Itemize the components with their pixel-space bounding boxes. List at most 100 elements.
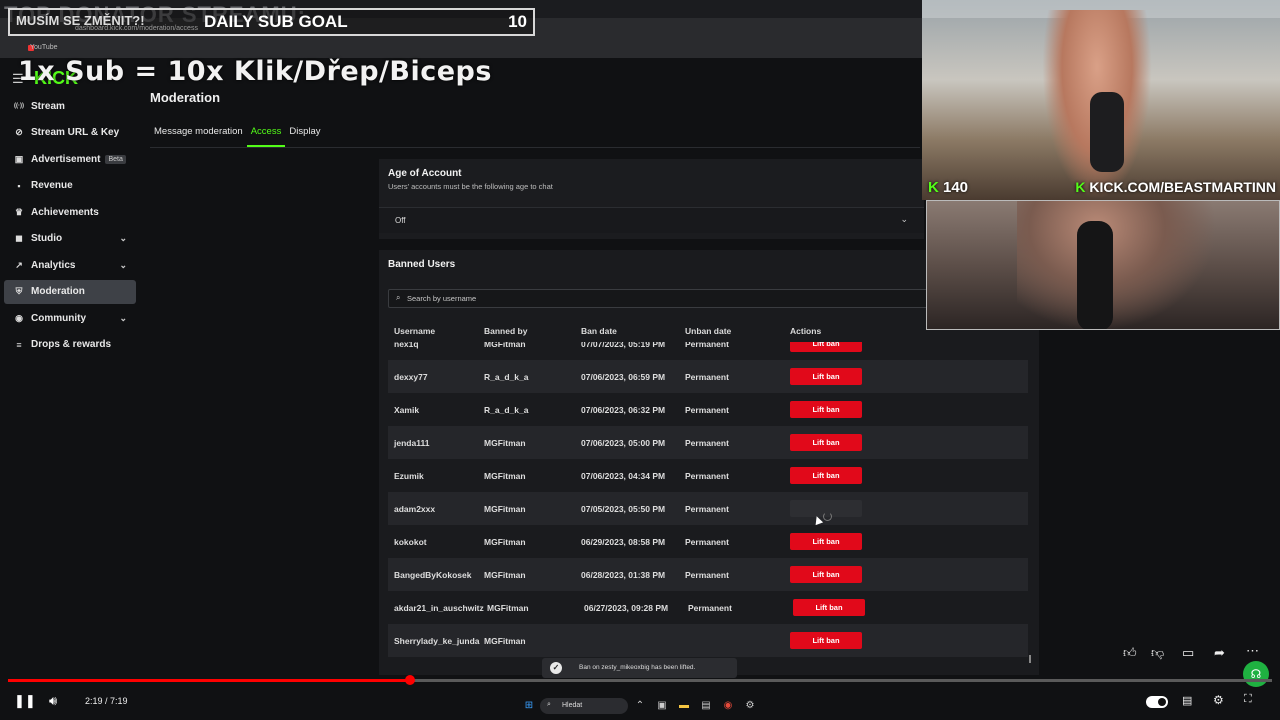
share-icon[interactable]: ➦ (1214, 645, 1225, 661)
comment-icon[interactable]: ▭ (1182, 645, 1194, 661)
age-card-title: Age of Account (388, 168, 462, 179)
webcam-secondary (926, 200, 1280, 330)
search-box[interactable]: ⌕ (388, 289, 928, 308)
col-banned-by[interactable]: Banned by (484, 326, 527, 336)
cell-unban-date: Permanent (685, 504, 729, 514)
folder-icon[interactable]: ▬ (678, 700, 690, 712)
taskbar-search[interactable]: ⌕ Hledat (540, 698, 628, 714)
cell-username[interactable]: dexxy77 (394, 372, 428, 382)
lift-ban-button[interactable]: Lift ban (790, 632, 862, 649)
lift-ban-button[interactable]: Lift ban (793, 599, 865, 616)
like-icon[interactable]: 👍︎ (1123, 645, 1137, 661)
lift-ban-button[interactable] (790, 500, 862, 521)
sidebar-item-label: Community (31, 312, 86, 324)
subtitles-icon[interactable]: ▤ (1182, 694, 1192, 707)
chevron-down-icon: ⌄ (119, 259, 127, 270)
cell-banned-by: MGFitman (484, 438, 526, 448)
cell-username[interactable]: jenda111 (394, 438, 429, 448)
dislike-icon[interactable]: 👎︎ (1151, 645, 1164, 661)
sidebar-item-label: Drops & rewards (31, 339, 112, 350)
ad-icon: ▣ (14, 153, 24, 164)
cell-ban-date: 06/27/2023, 09:28 PM (584, 603, 669, 613)
cell-ban-date: 06/29/2023, 08:58 PM (581, 537, 666, 547)
chevron-up-icon[interactable]: ⌃ (634, 700, 646, 712)
lift-ban-button[interactable]: Lift ban (790, 533, 862, 550)
sidebar-item-advertisement[interactable]: ▣ Advertisement Beta (4, 147, 136, 171)
sidebar-item-community[interactable]: ◉ Community ⌄ (4, 306, 136, 330)
trophy-icon: ♛ (14, 206, 24, 217)
lift-ban-button[interactable]: Lift ban (790, 434, 862, 451)
table-row: BangedByKokosek MGFitman 06/28/2023, 01:38… (388, 558, 1028, 591)
table-row: kokokot MGFitman 06/29/2023, 08:58 PM Perma… (388, 525, 1028, 558)
loading-spinner-icon (823, 512, 832, 521)
cell-username[interactable]: Ezumik (394, 471, 424, 481)
lift-ban-button[interactable]: Lift ban (790, 566, 862, 583)
banned-users-table: nex1q MGFitman 07/07/2023, 05:19 PM Permane… (388, 342, 1028, 664)
cell-username[interactable]: nex1q (394, 342, 419, 349)
cell-unban-date: Permanent (685, 342, 729, 349)
headset-icon[interactable]: ☊ (1243, 661, 1269, 687)
col-unban-date[interactable]: Unban date (685, 326, 731, 336)
sidebar-item-analytics[interactable]: ↗ Analytics ⌄ (4, 253, 136, 277)
settings-icon[interactable]: ⚙ (1213, 693, 1224, 707)
shield-icon: ⛨ (15, 286, 23, 296)
lift-ban-button[interactable]: Lift ban (790, 401, 862, 418)
sidebar-item-revenue[interactable]: ▪ Revenue (4, 174, 136, 198)
app-icon[interactable]: ⚙ (744, 700, 756, 712)
kick-k-icon: K (1075, 179, 1090, 195)
task-view-icon[interactable]: ▣ (656, 700, 668, 712)
lift-ban-button[interactable]: Lift ban (790, 467, 862, 484)
volume-icon[interactable]: 🔊︎ (49, 693, 57, 709)
sidebar-item-moderation[interactable]: ⛨ Moderation (4, 279, 136, 304)
revenue-icon: ▪ (17, 180, 21, 191)
cell-username[interactable]: akdar21_in_auschwitz (394, 603, 484, 613)
windows-start-icon[interactable]: ⊞ (523, 700, 535, 712)
cell-username[interactable]: Xamik (394, 405, 419, 415)
table-row: adam2xxx MGFitman 07/05/2023, 05:50 PM Perm… (388, 492, 1028, 525)
scrollbar[interactable] (1029, 655, 1031, 663)
toast-notification: ✓ Ban on zesty_mikeoxbig has been lifted… (542, 658, 737, 678)
fullscreen-icon[interactable]: ⛶ (1244, 693, 1252, 706)
cell-username[interactable]: Sherrylady_ke_junda (394, 636, 480, 646)
cell-banned-by: R_a_d_k_a (484, 405, 529, 415)
sidebar-item-studio[interactable]: ◼ Studio ⌄ (4, 227, 136, 251)
col-username[interactable]: Username (394, 326, 435, 336)
autoplay-toggle[interactable] (1146, 696, 1168, 708)
tab-access[interactable]: Access (246, 125, 286, 147)
sidebar-item-achievements[interactable]: ♛ Achievements (4, 200, 136, 224)
sidebar-item-label: Studio (31, 233, 63, 244)
channel-url: K KICK.COM/BEASTMARTINN (1075, 179, 1276, 195)
cell-username[interactable]: kokokot (394, 537, 427, 547)
webcam-main: K 140 K KICK.COM/BEASTMARTINN (922, 0, 1280, 200)
address-bar[interactable]: dashboard.kick.com/moderation/access (75, 25, 198, 32)
age-of-account-card: Age of Account Users' accounts must be t… (379, 159, 924, 239)
progress-knob[interactable] (404, 675, 415, 685)
lift-ban-button[interactable]: Lift ban (790, 342, 862, 352)
cell-ban-date: 06/28/2023, 01:38 PM (581, 570, 666, 580)
search-input[interactable] (407, 292, 907, 305)
store-icon[interactable]: ▤ (700, 700, 712, 712)
lift-ban-button[interactable]: Lift ban (790, 368, 862, 385)
sub-overlay-text: 1x Sub = 10x Klik/Dřep/Biceps (18, 56, 492, 87)
time-display: 2:19 / 7:19 (85, 696, 128, 706)
broadcast-icon: ((·)) (14, 103, 24, 109)
cell-banned-by: MGFitman (484, 342, 526, 349)
cell-ban-date: 07/06/2023, 06:59 PM (581, 372, 666, 382)
pause-icon[interactable]: ❚❚ (14, 693, 36, 709)
account-age-select[interactable]: Off ⌄ (379, 207, 924, 233)
tab-display[interactable]: Display (285, 125, 324, 147)
sidebar-item-stream-url-key[interactable]: ⊘ Stream URL & Key (4, 121, 136, 145)
link-icon: ⊘ (15, 127, 23, 137)
sidebar-item-label: Revenue (31, 180, 73, 191)
sidebar-item-label: Advertisement (31, 153, 101, 165)
sidebar-item-drops-rewards[interactable]: ≡ Drops & rewards (4, 333, 136, 357)
cell-unban-date: Permanent (685, 438, 729, 448)
chrome-icon[interactable]: ◉ (722, 700, 734, 712)
cell-username[interactable]: adam2xxx (394, 504, 435, 514)
cell-username[interactable]: BangedByKokosek (394, 570, 471, 580)
bookmark-youtube[interactable]: YouTube (30, 44, 58, 51)
sidebar-item-stream[interactable]: ((·)) Stream (4, 94, 136, 118)
tab-message-moderation[interactable]: Message moderation (150, 125, 247, 147)
more-icon[interactable]: ⋯ (1246, 643, 1259, 659)
col-ban-date[interactable]: Ban date (581, 326, 617, 336)
